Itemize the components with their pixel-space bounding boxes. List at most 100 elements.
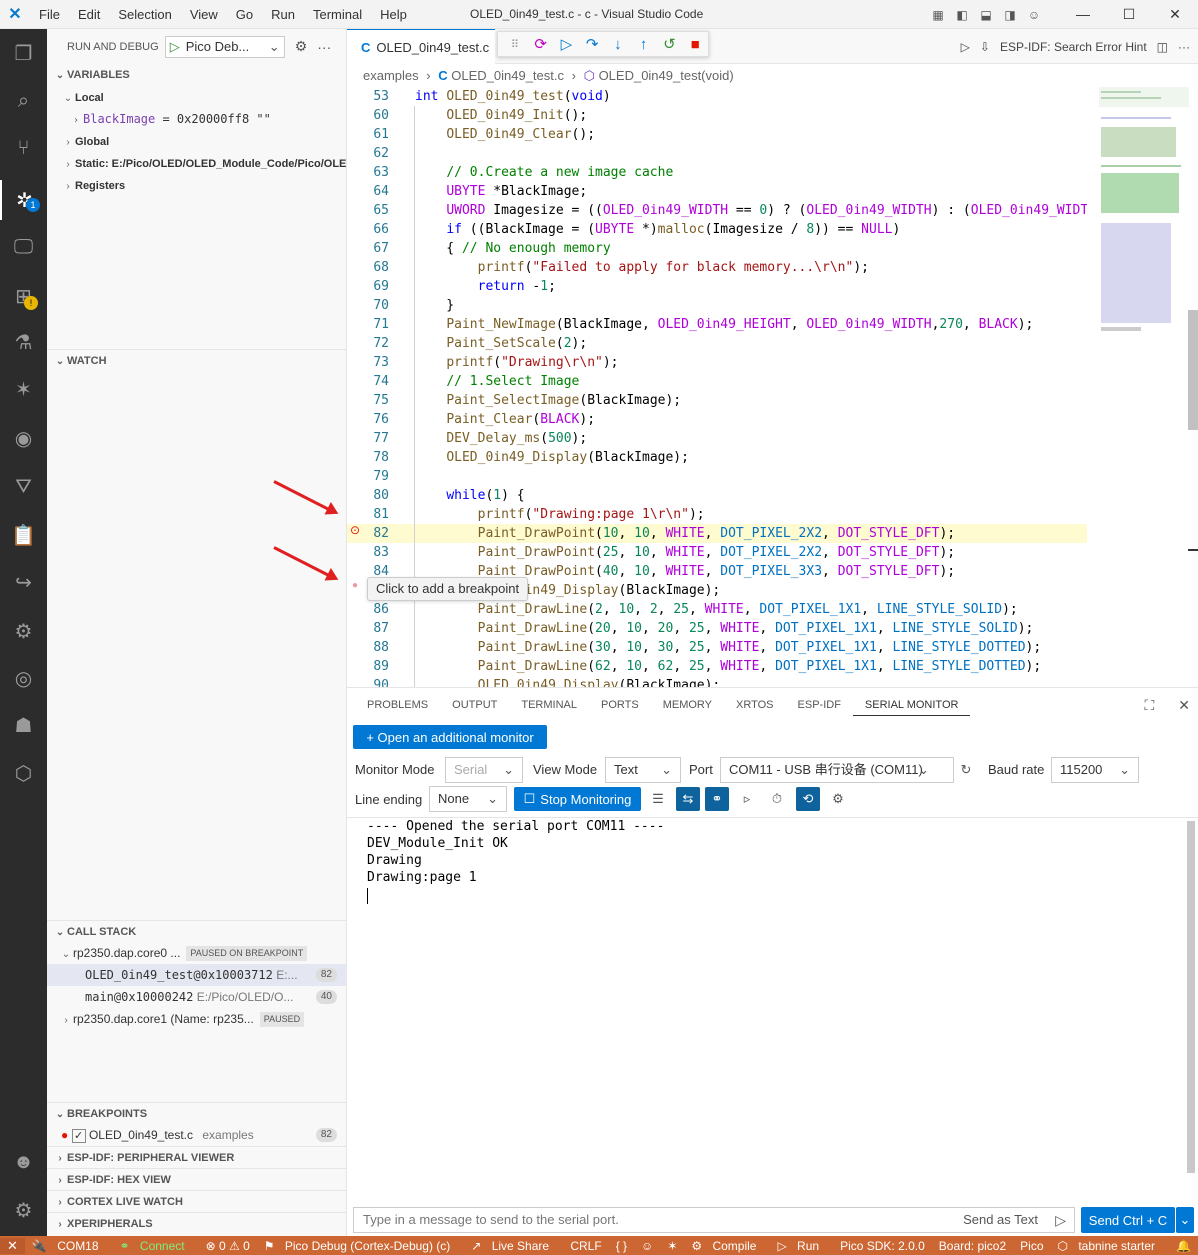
variable-row[interactable]: › BlackImage = 0x20000ff8 "" (47, 108, 347, 130)
toggle-timestamp-icon[interactable]: ⇆ (676, 787, 700, 811)
code-line[interactable]: 88 Paint_DrawLine(30, 10, 30, 25, WHITE,… (347, 638, 1087, 657)
tab-terminal[interactable]: TERMINAL (509, 688, 589, 722)
code-line[interactable]: 68 printf("Failed to apply for black mem… (347, 258, 1087, 277)
editor-scrollbar[interactable] (1188, 87, 1198, 687)
stop-monitoring-button[interactable]: ☐ Stop Monitoring (514, 787, 641, 811)
open-additional-monitor-button[interactable]: + Open an additional monitor (353, 725, 547, 749)
scope-local[interactable]: ⌄ Local (47, 86, 347, 108)
code-line[interactable]: 83 Paint_DrawPoint(25, 10, WHITE, DOT_PI… (347, 543, 1087, 562)
thread-row[interactable]: ⌄ rp2350.dap.core0 ... PAUSED ON BREAKPOIN… (47, 942, 347, 964)
code-line[interactable]: 82 Paint_DrawPoint(10, 10, WHITE, DOT_PI… (347, 524, 1087, 543)
live-share-icon[interactable]: ↪ (0, 562, 47, 602)
toggle-connect-icon[interactable]: ⚭ (705, 787, 729, 811)
watch-section[interactable]: ⌄ WATCH (47, 349, 347, 371)
notifications-icon[interactable]: 🔔 (1169, 1239, 1198, 1253)
code-line[interactable]: 81 printf("Drawing:page 1\r\n"); (347, 505, 1087, 524)
step-over-icon[interactable]: ↷ (579, 35, 605, 53)
step-into-icon[interactable]: ↓ (605, 36, 631, 53)
run-debug-icon[interactable]: ✲ 1 (0, 180, 47, 220)
flash-icon[interactable]: ⇩ (980, 40, 990, 54)
code-line[interactable]: 65 UWORD Imagesize = ((OLED_0in49_WIDTH … (347, 201, 1087, 220)
menu-file[interactable]: File (30, 0, 69, 29)
refresh-ports-icon[interactable]: ↻ (954, 758, 978, 782)
tab-problems[interactable]: PROBLEMS (355, 688, 440, 722)
debug-settings-icon[interactable]: ⚙ (295, 38, 308, 55)
breakpoint-checkbox[interactable]: ✓ (71, 1128, 86, 1143)
status-eol[interactable]: CRLF (563, 1239, 608, 1253)
continue-icon[interactable]: ▷ (554, 35, 580, 53)
start-debug-icon[interactable]: ▷ (170, 39, 180, 55)
menu-view[interactable]: View (181, 0, 227, 29)
status-pico[interactable]: Pico (1013, 1239, 1050, 1253)
tab-xrtos[interactable]: XRTOS (724, 688, 786, 722)
port-select[interactable]: COM11 - USB 串行设备 (COM11) ⌄ (720, 757, 954, 783)
code-line[interactable]: 77 DEV_Delay_ms(500); (347, 429, 1087, 448)
menu-edit[interactable]: Edit (69, 0, 109, 29)
menu-go[interactable]: Go (227, 0, 262, 29)
debug-config-select[interactable]: ▷ Pico Deb... ⌄ (164, 35, 285, 58)
tab-esp-idf[interactable]: ESP-IDF (786, 688, 853, 722)
breakpoint-hint-dot-icon[interactable]: ● (352, 580, 358, 591)
breadcrumb-symbol[interactable]: OLED_0in49_test(void) (599, 68, 734, 83)
breadcrumb-file[interactable]: OLED_0in49_test.c (451, 68, 564, 83)
code-line[interactable]: 62 (347, 144, 1087, 163)
peripheral-viewer-section[interactable]: › ESP-IDF: PERIPHERAL VIEWER (47, 1146, 347, 1168)
reset-device-icon[interactable]: ⟳ (528, 35, 554, 53)
status-board[interactable]: Board: pico2 (932, 1239, 1013, 1253)
testing-icon[interactable]: ⚗ (0, 322, 47, 362)
send-arrow-icon[interactable]: ▷ (1055, 1208, 1066, 1232)
code-line[interactable]: 61 OLED_0in49_Clear(); (347, 125, 1087, 144)
code-line[interactable]: 64 UBYTE *BlackImage; (347, 182, 1087, 201)
serial-send-input[interactable]: Type in a message to send to the serial … (353, 1207, 1075, 1233)
restart-icon[interactable]: ↺ (657, 35, 683, 53)
breadcrumb-folder[interactable]: examples (363, 68, 419, 83)
code-line[interactable]: 86 Paint_DrawLine(2, 10, 2, 25, WHITE, D… (347, 600, 1087, 619)
github-icon[interactable]: ◉ (0, 418, 47, 458)
close-panel-icon[interactable]: ✕ (1166, 688, 1198, 722)
code-line[interactable]: 75 Paint_SelectImage(BlackImage); (347, 391, 1087, 410)
status-pico-sdk[interactable]: Pico SDK: 2.0.0 (833, 1239, 932, 1253)
remote-explorer-icon[interactable]: 🖵 (0, 227, 47, 267)
clipboard-icon[interactable]: 📋 (0, 515, 47, 555)
pico-icon[interactable]: ✶ (0, 369, 47, 409)
monitor-mode-select[interactable]: Serial ⌄ (445, 757, 523, 783)
editor-tab[interactable]: C OLED_0in49_test.c (347, 29, 495, 64)
menu-selection[interactable]: Selection (109, 0, 180, 29)
cortex-debug-icon[interactable]: ⛛ (0, 467, 47, 507)
variables-section[interactable]: ⌄ VARIABLES (47, 64, 347, 86)
split-editor-icon[interactable]: ◫ (1157, 40, 1168, 54)
stack-frame-row[interactable]: OLED_0in49_test@0x10003712 E:... 82 (47, 964, 347, 986)
send-ctrl-c-button[interactable]: Send Ctrl + C (1081, 1207, 1175, 1233)
status-connect[interactable]: ⚭ Connect (113, 1239, 199, 1253)
search-icon[interactable]: ⌕ (0, 81, 47, 121)
scope-registers[interactable]: › Registers (47, 174, 347, 196)
line-ending-select[interactable]: None ⌄ (429, 786, 507, 812)
menu-run[interactable]: Run (262, 0, 304, 29)
send-options-dropdown[interactable]: ⌄ (1176, 1207, 1194, 1233)
breakpoint-current-icon[interactable]: ⊙ (350, 523, 360, 537)
code-line[interactable]: 74 // 1.Select Image (347, 372, 1087, 391)
more-actions-icon[interactable]: ··· (1178, 40, 1190, 54)
layout-icon[interactable]: ▦ (926, 8, 950, 22)
code-line[interactable]: 73 printf("Drawing\r\n"); (347, 353, 1087, 372)
code-line[interactable]: 63 // 0.Create a new image cache (347, 163, 1087, 182)
feedback-icon[interactable]: ☺ (1022, 8, 1046, 22)
tab-serial-monitor[interactable]: SERIAL MONITOR (852, 695, 971, 716)
scope-static[interactable]: › Static: E:/Pico/OLED/OLED_Module_Code/P… (47, 152, 347, 174)
breakpoints-section[interactable]: ⌄ BREAKPOINTS (47, 1102, 347, 1124)
account-icon[interactable]: ☻ (0, 1142, 47, 1182)
code-line[interactable]: 67 { // No enough memory (347, 239, 1087, 258)
status-language[interactable]: { } (609, 1239, 634, 1253)
monitor-settings-icon[interactable]: ⚙ (826, 787, 850, 811)
close-window-button[interactable]: ✕ (1152, 6, 1198, 23)
menu-help[interactable]: Help (371, 0, 416, 29)
toggle-panel-icon[interactable]: ⬓ (974, 8, 998, 22)
step-out-icon[interactable]: ↑ (631, 36, 657, 53)
code-line[interactable]: 79 (347, 467, 1087, 486)
xperipherals-section[interactable]: › XPERIPHERALS (47, 1212, 347, 1234)
drag-handle-icon[interactable]: ⠿ (502, 38, 528, 51)
code-line[interactable]: 70 } (347, 296, 1087, 315)
code-line[interactable]: 87 Paint_DrawLine(20, 10, 20, 25, WHITE,… (347, 619, 1087, 638)
stack-frame-row[interactable]: main@0x10000242 E:/Pico/OLED/O... 40 (47, 986, 347, 1008)
code-line[interactable]: 89 Paint_DrawLine(62, 10, 62, 25, WHITE,… (347, 657, 1087, 676)
